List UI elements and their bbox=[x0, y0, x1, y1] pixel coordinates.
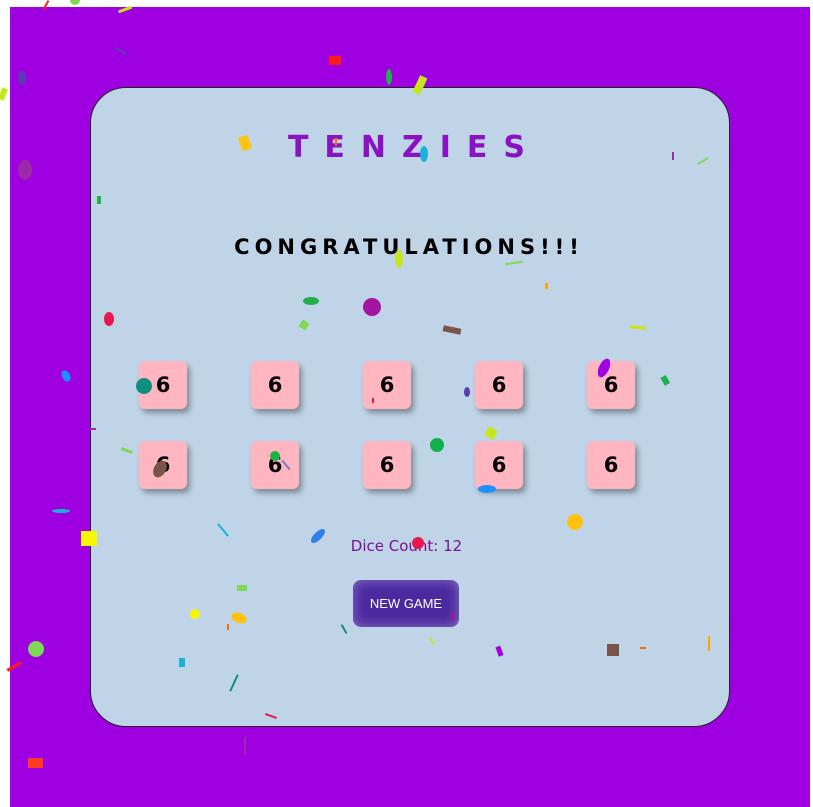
die[interactable]: 6 bbox=[363, 441, 411, 489]
die[interactable]: 6 bbox=[587, 441, 635, 489]
new-game-button[interactable]: NEW GAME bbox=[353, 580, 459, 627]
die[interactable]: 6 bbox=[139, 441, 187, 489]
die[interactable]: 6 bbox=[251, 361, 299, 409]
die[interactable]: 6 bbox=[475, 361, 523, 409]
die[interactable]: 6 bbox=[587, 361, 635, 409]
game-title: TENZIES bbox=[287, 130, 542, 165]
game-card bbox=[90, 87, 730, 727]
die[interactable]: 6 bbox=[475, 441, 523, 489]
win-message: CONGRATULATIONS!!! bbox=[234, 235, 584, 259]
game-background bbox=[10, 7, 810, 807]
die[interactable]: 6 bbox=[139, 361, 187, 409]
die[interactable]: 6 bbox=[251, 441, 299, 489]
die[interactable]: 6 bbox=[363, 361, 411, 409]
dice-count-label: Dice Count: 12 bbox=[350, 537, 463, 555]
